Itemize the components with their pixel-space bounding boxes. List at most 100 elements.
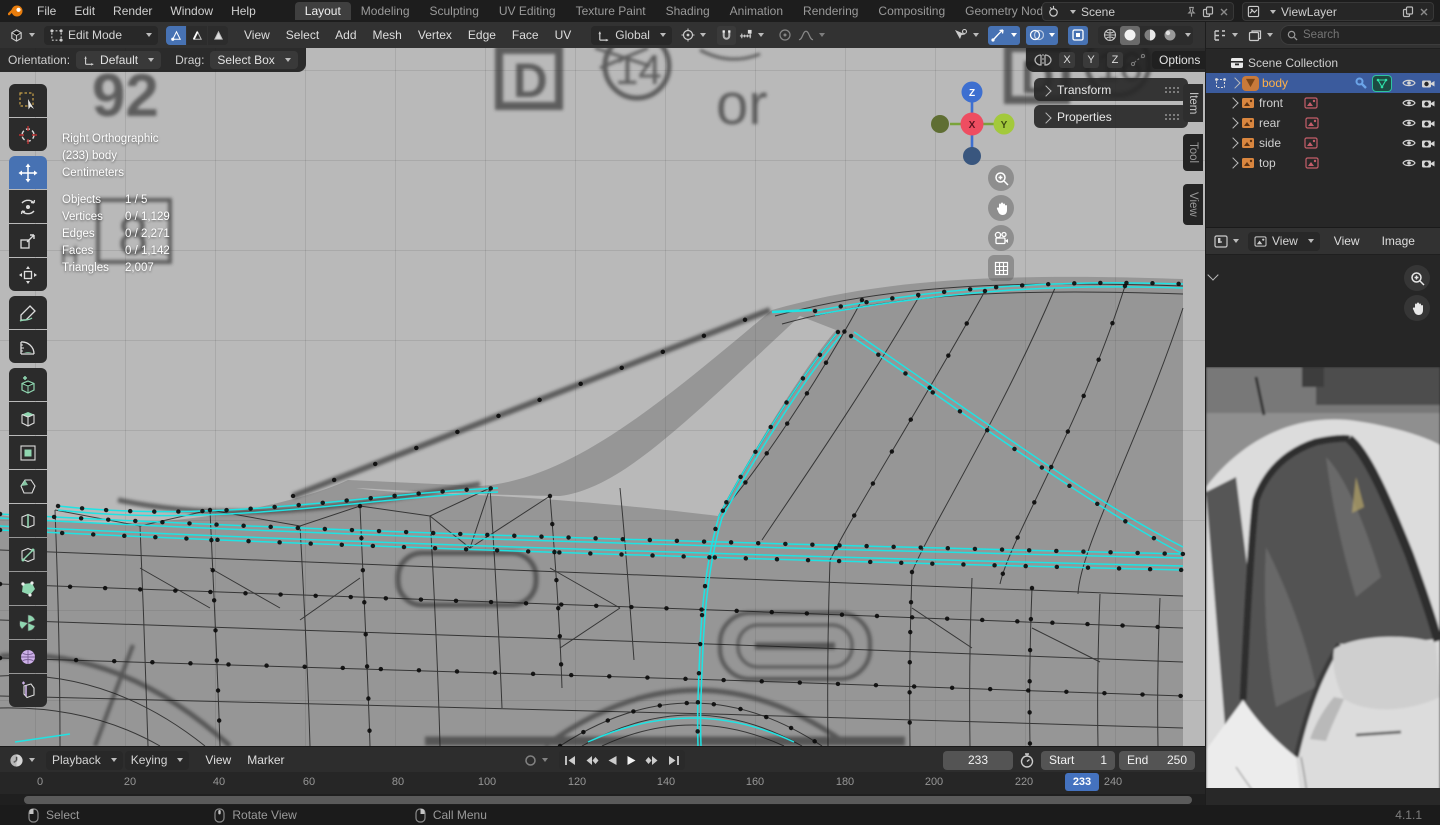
select-mode-vertex-button[interactable]	[166, 26, 186, 45]
zoom-view-button[interactable]	[988, 165, 1014, 191]
menu-render[interactable]: Render	[104, 4, 161, 18]
tool-extrude-region[interactable]	[9, 402, 47, 435]
menu-help[interactable]: Help	[222, 4, 265, 18]
camera-view-button[interactable]	[988, 225, 1014, 251]
play-button[interactable]	[623, 751, 640, 770]
blender-logo-icon[interactable]	[8, 3, 24, 19]
outliner-row-body[interactable]: body	[1206, 73, 1440, 93]
jump-to-end-button[interactable]	[664, 751, 683, 770]
copy-icon[interactable]	[1402, 6, 1414, 18]
sidebar-tab-item[interactable]: Item	[1183, 84, 1203, 122]
menu-uv[interactable]: UV	[547, 28, 580, 42]
drag-mode-dropdown[interactable]: Select Box	[210, 51, 297, 69]
workspace-tab-shading[interactable]: Shading	[656, 2, 720, 20]
proportional-falloff-dropdown[interactable]	[795, 26, 828, 45]
image-editor-canvas[interactable]	[1206, 255, 1440, 788]
shading-material-button[interactable]	[1140, 26, 1160, 45]
transform-orientation-dropdown[interactable]: Global	[591, 26, 672, 45]
region-expand-arrow[interactable]	[1207, 269, 1218, 280]
image-menu-image[interactable]: Image	[1374, 234, 1423, 248]
outliner-row-side[interactable]: side	[1206, 133, 1440, 153]
workspace-tab-layout[interactable]: Layout	[295, 2, 351, 20]
image-editor-mode-dropdown[interactable]: View	[1248, 232, 1320, 251]
proportional-editing-button[interactable]	[775, 26, 795, 45]
outliner-filter-collection-dropdown[interactable]	[1245, 26, 1276, 45]
panel-grip[interactable]	[1164, 86, 1180, 94]
camera-visibility-icon[interactable]	[1421, 158, 1435, 169]
image-pan-button[interactable]	[1404, 295, 1430, 321]
drag-orientation-dropdown[interactable]: Default	[76, 51, 161, 69]
tool-select-box[interactable]	[9, 84, 47, 117]
camera-visibility-icon[interactable]	[1421, 78, 1435, 89]
tool-transform[interactable]	[9, 258, 47, 291]
next-keyframe-button[interactable]	[642, 751, 662, 770]
workspace-tab-uv-editing[interactable]: UV Editing	[489, 2, 566, 20]
hide-eye-icon[interactable]	[1402, 118, 1416, 128]
image-menu-view[interactable]: View	[1326, 234, 1368, 248]
shading-solid-button[interactable]	[1120, 26, 1140, 45]
frame-start-field[interactable]: Start1	[1041, 751, 1115, 770]
sidebar-tab-tool[interactable]: Tool	[1183, 134, 1203, 171]
hide-eye-icon[interactable]	[1402, 98, 1416, 108]
mode-dropdown[interactable]: Edit Mode	[44, 26, 158, 45]
timeline-menu-marker[interactable]: Marker	[239, 753, 292, 767]
select-mode-edge-button[interactable]	[187, 26, 207, 45]
tool-rotate[interactable]	[9, 190, 47, 223]
menu-window[interactable]: Window	[161, 4, 222, 18]
preview-range-stopwatch-icon[interactable]	[1017, 751, 1037, 770]
mirror-z-button[interactable]: Z	[1107, 52, 1123, 68]
overlays-toggle-dropdown[interactable]	[1026, 26, 1058, 45]
tool-cursor[interactable]	[9, 118, 47, 151]
mirror-y-button[interactable]: Y	[1083, 52, 1099, 68]
snap-toggle-button[interactable]	[717, 26, 736, 45]
gizmo-axis-neg-y[interactable]	[931, 115, 949, 133]
menu-mesh[interactable]: Mesh	[365, 28, 410, 42]
workspace-tab-animation[interactable]: Animation	[720, 2, 793, 20]
menu-vertex[interactable]: Vertex	[410, 28, 460, 42]
show-gizmo-dropdown[interactable]	[950, 26, 982, 45]
tool-add-cube[interactable]	[9, 368, 47, 401]
tool-measure[interactable]	[9, 330, 47, 363]
close-icon[interactable]	[1419, 7, 1429, 17]
menu-edit[interactable]: Edit	[65, 4, 104, 18]
tool-spin[interactable]	[9, 606, 47, 639]
outliner-row-scene-collection[interactable]: Scene Collection	[1206, 53, 1440, 73]
timeline-menu-view[interactable]: View	[197, 753, 239, 767]
tool-edge-slide[interactable]	[9, 674, 47, 707]
hide-eye-icon[interactable]	[1402, 78, 1416, 88]
scrollbar-thumb[interactable]	[24, 796, 1192, 804]
timeline-ruler[interactable]: 0 20 40 60 80 100 120 140 160 180 200 22…	[0, 772, 1205, 794]
hide-eye-icon[interactable]	[1402, 158, 1416, 168]
tool-bevel[interactable]	[9, 470, 47, 503]
menu-add[interactable]: Add	[327, 28, 364, 42]
mirror-icon[interactable]	[1034, 53, 1052, 67]
orthographic-toggle-button[interactable]	[988, 255, 1014, 281]
tool-move[interactable]	[9, 156, 47, 189]
close-icon[interactable]	[1219, 7, 1229, 17]
editor-type-dropdown[interactable]	[6, 26, 38, 45]
sidebar-tab-view[interactable]: View	[1183, 184, 1203, 225]
timeline-editor-type-dropdown[interactable]	[6, 751, 38, 770]
frame-end-field[interactable]: End250	[1119, 751, 1195, 770]
previous-keyframe-button[interactable]	[582, 751, 602, 770]
shading-wireframe-button[interactable]	[1100, 26, 1120, 45]
play-reverse-button[interactable]	[604, 751, 621, 770]
camera-visibility-icon[interactable]	[1421, 98, 1435, 109]
outliner-search-input[interactable]	[1280, 25, 1440, 45]
image-zoom-button[interactable]	[1404, 265, 1430, 291]
image-editor-type-dropdown[interactable]	[1211, 232, 1242, 251]
shading-rendered-button[interactable]	[1160, 26, 1180, 45]
viewlayer-selector[interactable]: ViewLayer	[1242, 2, 1434, 21]
menu-file[interactable]: File	[28, 4, 65, 18]
keying-dropdown[interactable]: Keying	[125, 751, 190, 770]
mirror-x-button[interactable]: X	[1059, 52, 1075, 68]
expand-chevron[interactable]	[1227, 97, 1238, 108]
jump-to-start-button[interactable]	[561, 751, 580, 770]
current-frame-indicator[interactable]: 233	[1065, 773, 1099, 791]
workspace-tab-sculpting[interactable]: Sculpting	[420, 2, 489, 20]
snap-path-icon[interactable]	[1130, 53, 1146, 67]
workspace-tab-texture-paint[interactable]: Texture Paint	[566, 2, 656, 20]
navigation-gizmo[interactable]: Z X Y	[930, 80, 1020, 170]
properties-panel-header[interactable]: Properties	[1034, 105, 1188, 128]
menu-edge[interactable]: Edge	[460, 28, 504, 42]
